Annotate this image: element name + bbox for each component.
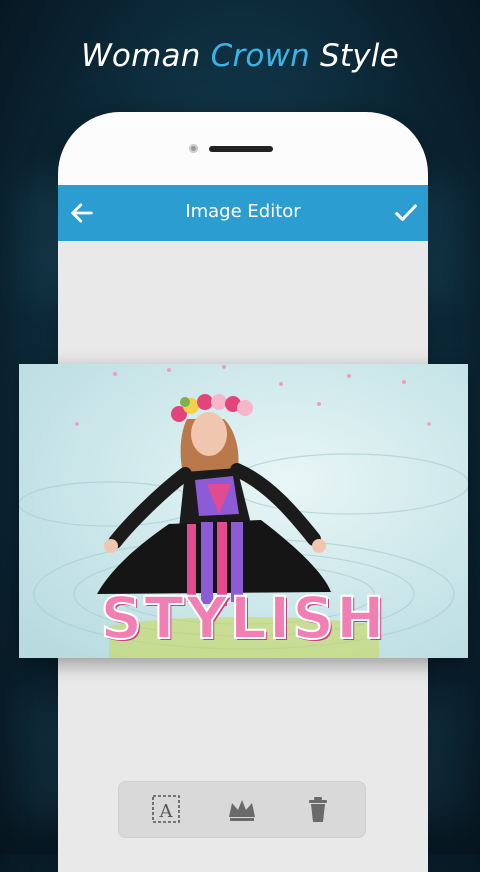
app-bar-title: Image Editor (185, 201, 301, 222)
checkmark-icon[interactable] (392, 199, 420, 227)
bottom-toolbar: A (118, 781, 366, 838)
headline-accent: Crown (210, 38, 310, 74)
svg-text:A: A (159, 801, 174, 822)
text-tool-icon[interactable]: A (148, 791, 184, 827)
headline-suffix: Style (320, 38, 399, 74)
phone-camera (189, 144, 198, 153)
edited-photo[interactable]: STYLISH (19, 364, 468, 658)
phone-speaker (209, 146, 273, 152)
promo-headline: Woman Crown Style (0, 38, 480, 74)
app-bar: Image Editor (58, 185, 428, 241)
headline-prefix: Woman (81, 38, 201, 74)
crown-icon[interactable] (224, 791, 260, 827)
stylish-text-overlay[interactable]: STYLISH (19, 583, 468, 653)
trash-icon[interactable] (300, 791, 336, 827)
